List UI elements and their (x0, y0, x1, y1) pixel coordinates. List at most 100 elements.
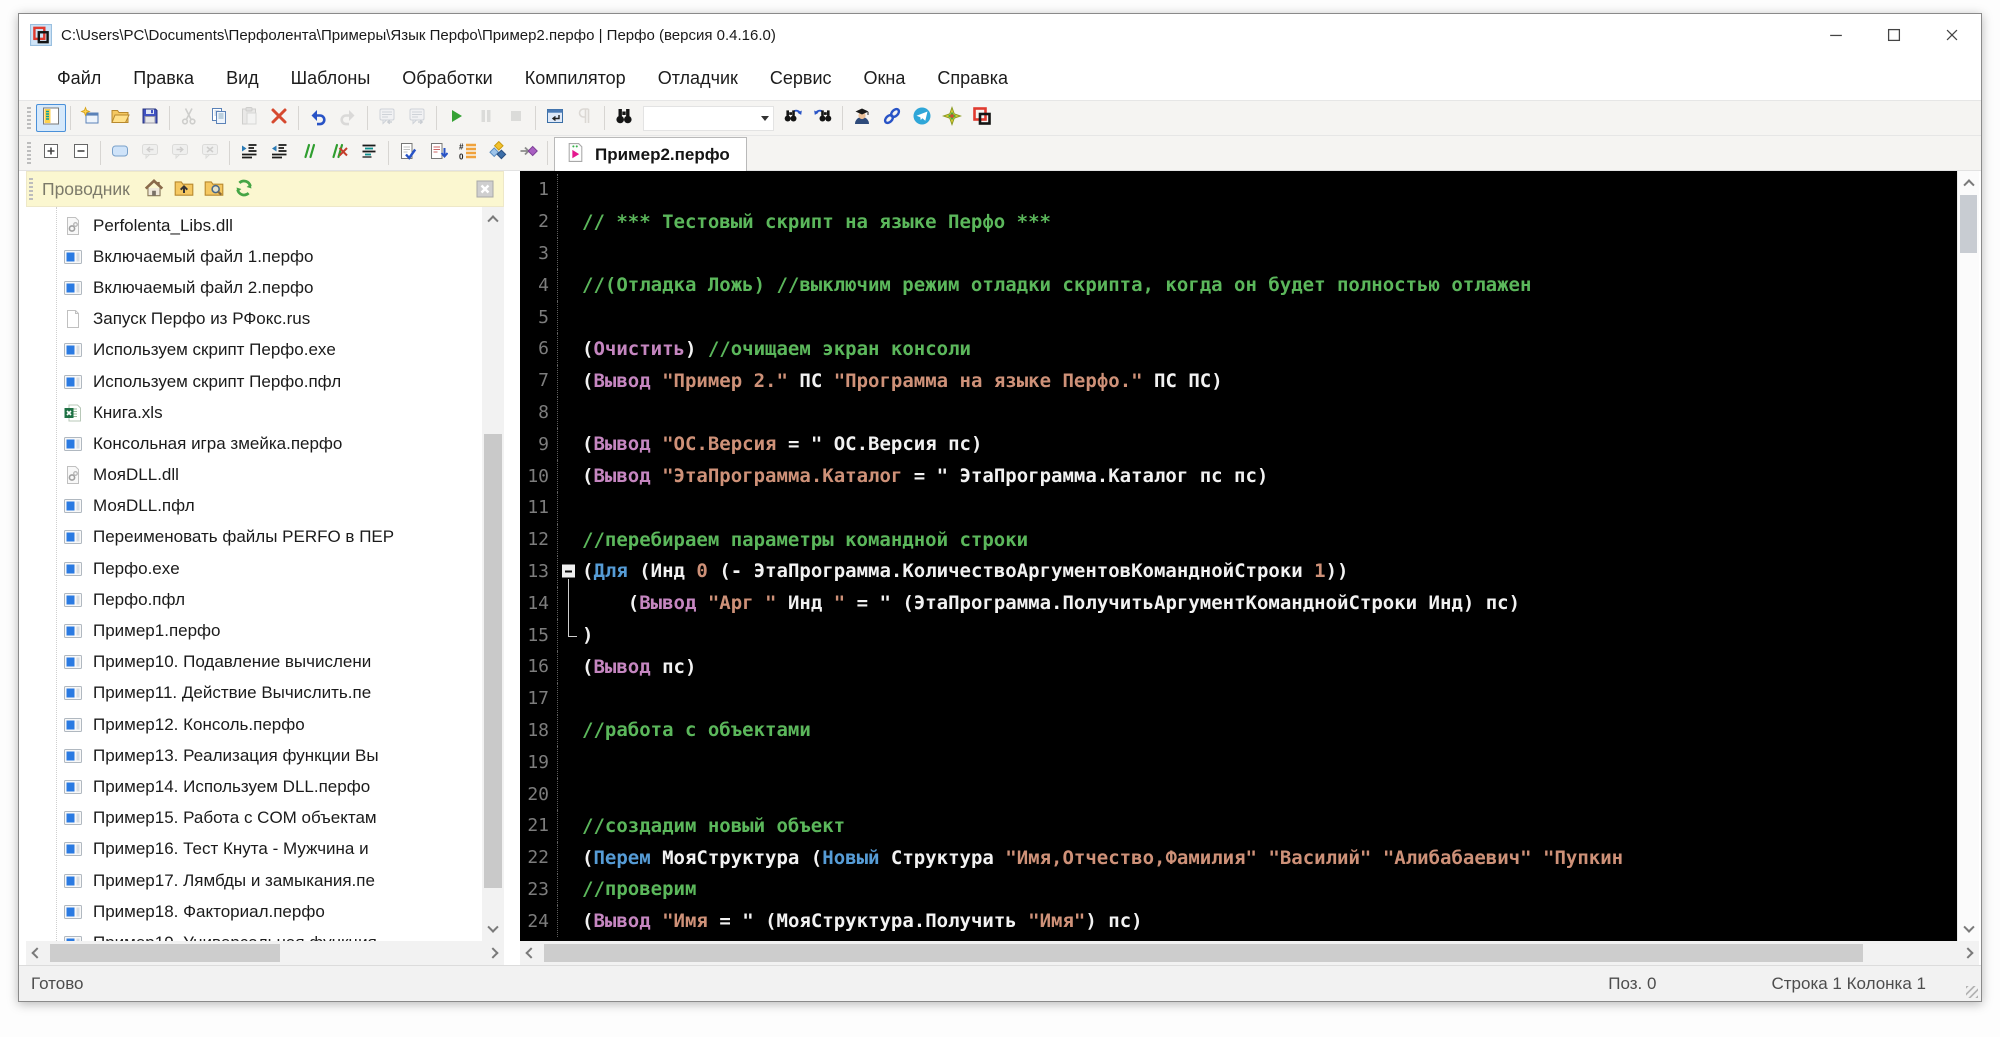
tutor-button[interactable] (847, 104, 877, 132)
explorer-vscroll-thumb[interactable] (484, 434, 502, 888)
explorer-home-icon[interactable] (143, 177, 167, 201)
code-line[interactable]: 14 (Вывод "Арг " Инд " = " (ЭтаПрограмма… (520, 587, 1957, 620)
close-button[interactable] (1923, 14, 1981, 56)
code-line[interactable]: 6 (Очистить) //очищаем экран консоли (520, 332, 1957, 365)
code-line[interactable]: 8 (520, 396, 1957, 429)
code-line[interactable]: 3 (520, 237, 1957, 270)
scroll-right-icon[interactable] (1957, 941, 1979, 965)
telegram-button[interactable] (907, 104, 937, 132)
menu-item-service[interactable]: Сервис (754, 62, 848, 95)
line-numbers-button[interactable]: #0 (453, 139, 483, 167)
file-item[interactable]: Пример18. Факториал.перфо (26, 896, 482, 927)
search-combobox[interactable] (643, 105, 774, 131)
toolbar-grip[interactable] (27, 142, 31, 164)
search-input[interactable] (644, 106, 756, 130)
search-dropdown-icon[interactable] (756, 107, 773, 130)
explorer-vertical-scrollbar[interactable] (482, 207, 504, 941)
file-item[interactable]: Используем скрипт Перфо.пфл (26, 366, 482, 397)
code-line[interactable]: 11 (520, 491, 1957, 524)
menu-item-edit[interactable]: Правка (117, 62, 210, 95)
code-line[interactable]: 23 //проверим (520, 873, 1957, 906)
goto-line-button[interactable] (423, 139, 453, 167)
code-line[interactable]: 22 (Перем МояСтруктура (Новый Структура "… (520, 841, 1957, 874)
file-item[interactable]: Пример14. Используем DLL.перфо (26, 771, 482, 802)
menu-item-windows[interactable]: Окна (848, 62, 922, 95)
file-item[interactable]: Перфо.пфл (26, 584, 482, 615)
file-item[interactable]: Пример13. Реализация функции Вы (26, 740, 482, 771)
code-line[interactable]: 1 (520, 174, 1957, 206)
scroll-left-icon[interactable] (26, 941, 48, 965)
file-item[interactable]: Пример11. Действие Вычислить.пе (26, 678, 482, 709)
file-item[interactable]: Запуск Перфо из РФокс.rus (26, 304, 482, 335)
perfo-logo-button[interactable] (967, 104, 997, 132)
maximize-button[interactable] (1865, 14, 1923, 56)
explorer-folder-up-icon[interactable] (173, 177, 197, 201)
file-item[interactable]: Перфо.exe (26, 553, 482, 584)
search-button[interactable] (609, 104, 639, 132)
menu-item-help[interactable]: Справка (921, 62, 1024, 95)
menu-item-file[interactable]: Файл (41, 62, 117, 95)
link-button[interactable] (877, 104, 907, 132)
undo-button[interactable] (303, 104, 333, 132)
indent-button[interactable] (234, 139, 264, 167)
file-item[interactable]: Включаемый файл 1.перфо (26, 241, 482, 272)
code-line[interactable]: 16 (Вывод пс) (520, 650, 1957, 683)
run-button[interactable] (441, 104, 471, 132)
file-item[interactable]: МояDLL.пфл (26, 491, 482, 522)
copy-button[interactable] (204, 104, 234, 132)
file-item[interactable]: Включаемый файл 2.перфо (26, 272, 482, 303)
menu-item-debugger[interactable]: Отладчик (642, 62, 754, 95)
find-next-button[interactable] (778, 104, 808, 132)
code-line[interactable]: 17 (520, 682, 1957, 715)
code-line[interactable]: 15) (520, 619, 1957, 651)
code-line[interactable]: 24 (Вывод "Имя = " (МояСтруктура.Получить… (520, 905, 1957, 938)
scroll-down-icon[interactable] (1958, 919, 1979, 941)
file-item[interactable]: Пример17. Лямбды и замыкания.пе (26, 865, 482, 896)
editor-hscroll-thumb[interactable] (544, 944, 1863, 962)
tab-primer2[interactable]: Пример2.перфо (554, 137, 747, 171)
uncomment-lines-button[interactable] (324, 139, 354, 167)
code-line[interactable]: 4 //(Отладка Ложь) //выключим режим отлад… (520, 269, 1957, 302)
editor-horizontal-scrollbar[interactable] (520, 941, 1979, 965)
package-button[interactable] (937, 104, 967, 132)
file-item[interactable]: Книга.xls (26, 397, 482, 428)
file-item[interactable]: Пример1.перфо (26, 615, 482, 646)
code-line[interactable]: 9 (Вывод "ОС.Версия = " ОС.Версия пс) (520, 428, 1957, 461)
explorer-grip[interactable] (29, 178, 33, 200)
scroll-left-icon[interactable] (520, 941, 542, 965)
minimize-button[interactable] (1807, 14, 1865, 56)
code-line[interactable]: 13 (Для (Инд 0 (- ЭтаПрограмма.Количество… (520, 555, 1957, 588)
region-button[interactable] (105, 139, 135, 167)
code-line[interactable]: 20 (520, 778, 1957, 810)
find-prev-button[interactable] (808, 104, 838, 132)
syntax-check-button[interactable] (393, 139, 423, 167)
toolbar-grip[interactable] (27, 107, 31, 129)
code-line[interactable]: 7 (Вывод "Пример 2." ПС "Программа на язы… (520, 364, 1957, 397)
file-item[interactable]: Переименовать файлы PERFO в ПЕР (26, 522, 482, 553)
code-line[interactable]: 5 (520, 301, 1957, 333)
objects-button[interactable] (483, 139, 513, 167)
resize-grip[interactable] (1966, 986, 1978, 998)
editor-vertical-scrollbar[interactable] (1957, 171, 1979, 941)
menu-item-handlers[interactable]: Обработки (386, 62, 508, 95)
explorer-hscroll-thumb[interactable] (50, 944, 280, 962)
code-line[interactable]: 21 //создадим новый объект (520, 809, 1957, 842)
file-item[interactable]: Пример16. Тест Кнута - Мужчина и (26, 834, 482, 865)
menu-item-view[interactable]: Вид (210, 62, 275, 95)
code-editor[interactable]: 1 2// *** Тестовый скрипт на языке Перфо … (520, 171, 1957, 941)
console-button[interactable] (540, 104, 570, 132)
open-file-button[interactable] (105, 104, 135, 132)
toggle-explorer-button[interactable] (36, 104, 66, 132)
file-item[interactable]: МояDLL.dll (26, 460, 482, 491)
code-line[interactable]: 2 // *** Тестовый скрипт на языке Перфо *… (520, 205, 1957, 238)
file-item[interactable]: Пример12. Консоль.перфо (26, 709, 482, 740)
new-file-button[interactable] (75, 104, 105, 132)
file-item[interactable]: Пример15. Работа с COM объектам (26, 803, 482, 834)
collapse-all-button[interactable] (66, 139, 96, 167)
editor-vscroll-thumb[interactable] (1960, 195, 1977, 253)
delete-button[interactable] (264, 104, 294, 132)
code-line[interactable]: 10 (Вывод "ЭтаПрограмма.Каталог = " ЭтаПр… (520, 460, 1957, 492)
file-item[interactable]: Пример10. Подавление вычислени (26, 647, 482, 678)
explorer-folder-search-icon[interactable] (203, 177, 227, 201)
scroll-down-icon[interactable] (482, 919, 504, 941)
